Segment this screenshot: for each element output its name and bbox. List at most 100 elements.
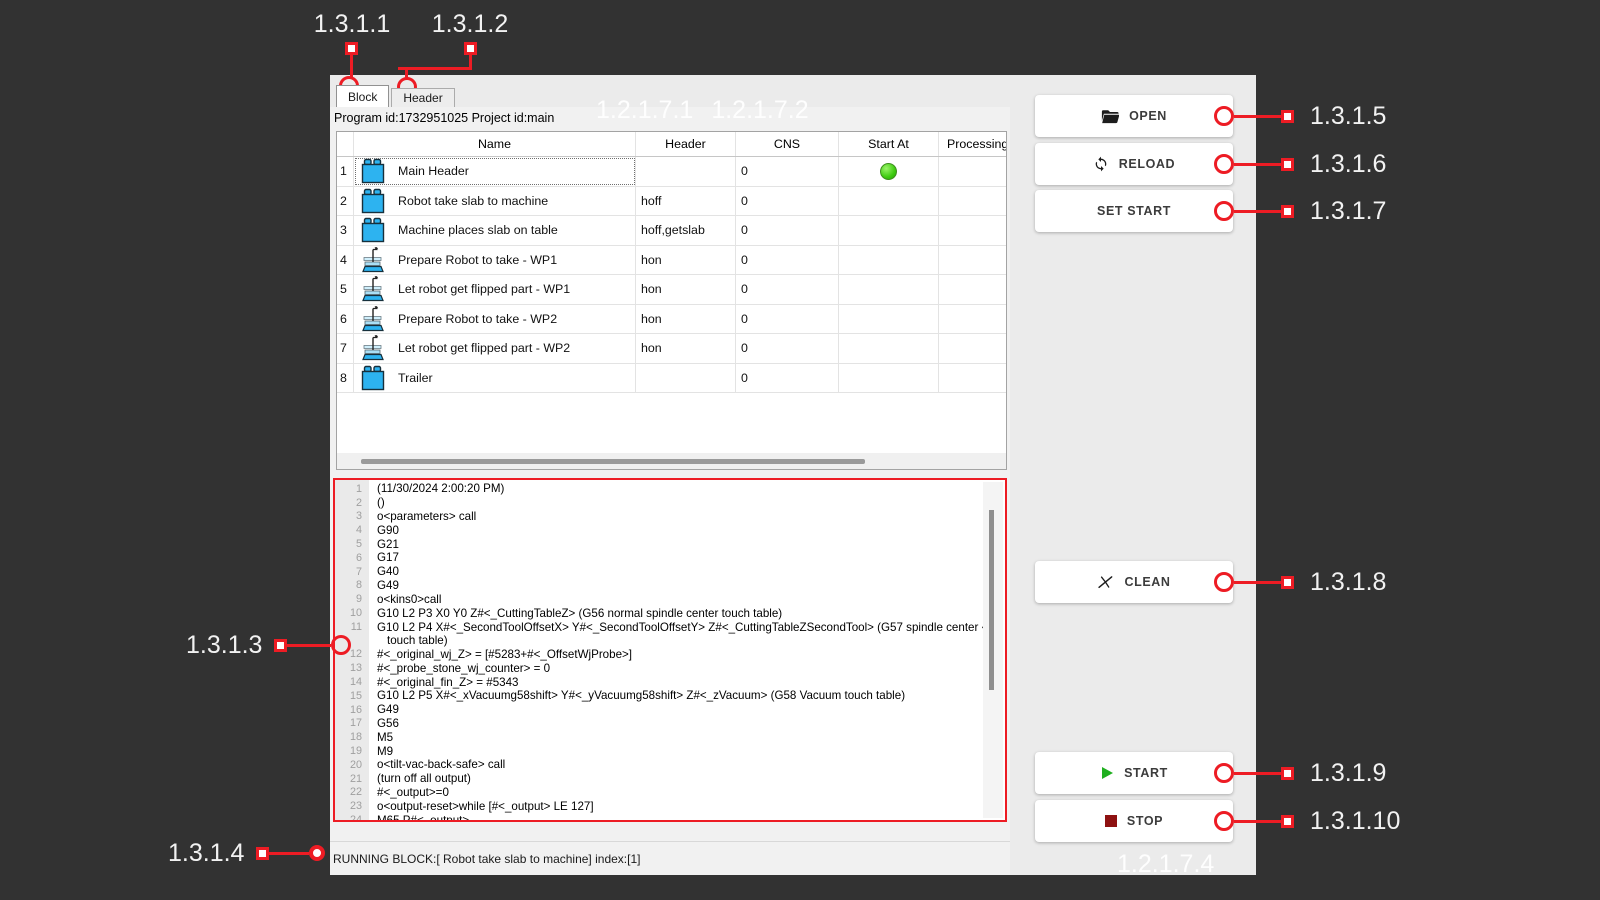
annotation-square-marker [1281,205,1294,218]
header-column-header: Header [636,132,736,156]
block-table[interactable]: NameHeaderCNSStart AtProcessing1Main Hea… [336,131,1007,470]
machine-table-icon [360,276,386,302]
gcode-editor[interactable]: 1(11/30/2024 2:00:20 PM)2()3o<parameters… [333,478,1007,822]
row-number-cell: 4 [337,246,354,275]
annotation-label: 1.3.1.6 [1310,150,1386,179]
stop-button[interactable]: STOP [1035,800,1233,842]
code-text: #<_original_fin_Z> = #5343 [369,676,519,689]
start-at-cell [839,275,939,304]
start-button[interactable]: START [1035,752,1233,794]
set-start-button[interactable]: SET START [1035,190,1233,232]
open-button[interactable]: OPEN [1035,95,1233,137]
code-line: touch table) [335,634,987,648]
table-row[interactable]: 7Let robot get flipped part - WP2hon0 [337,334,1006,364]
row-number-header [337,132,354,156]
annotation-circle-marker [1214,106,1234,126]
clean-button[interactable]: CLEAN [1035,561,1233,603]
annotation-line [350,55,353,78]
name-cell: Let robot get flipped part - WP1 [354,275,636,304]
block-name: Let robot get flipped part - WP1 [398,282,570,296]
code-line: 20o<tilt-vac-back-safe> call [335,758,987,772]
ghost-label: 1.2.1.7.4 [1117,850,1214,879]
header-cell: hon [636,334,736,363]
table-row[interactable]: 2Robot take slab to machinehoff0 [337,187,1006,217]
start-at-cell [839,246,939,275]
open-button-label: OPEN [1129,109,1167,123]
code-line: 13#<_probe_stone_wj_counter> = 0 [335,661,987,675]
header-cell: hoff,getslab [636,216,736,245]
table-row[interactable]: 4Prepare Robot to take - WP1hon0 [337,246,1006,276]
annotation-line [269,852,309,855]
line-number: 17 [335,717,369,729]
cns-cell: 0 [736,157,839,186]
ghost-label: 1.2.1.7.1 [596,96,693,125]
horizontal-scrollbar[interactable] [337,453,1006,469]
line-number: 2 [335,497,369,509]
block-name: Main Header [398,164,469,178]
stop-button-label: STOP [1127,814,1163,828]
machine-table-icon [360,247,386,273]
name-cell: Let robot get flipped part - WP2 [354,334,636,363]
annotation-square-marker [256,847,269,860]
cns-cell: 0 [736,246,839,275]
folder-open-icon [1101,109,1119,124]
annotation-callout: 1.3.1.7 [1214,201,1386,221]
line-number: 24 [335,814,369,822]
annotation-square-marker [464,42,477,55]
line-number: 8 [335,579,369,591]
line-number: 20 [335,759,369,771]
tab-header[interactable]: Header [391,88,454,107]
line-number: 1 [335,483,369,495]
cns-cell: 0 [736,364,839,393]
start-button-label: START [1124,766,1168,780]
processing-cell [939,305,1006,334]
annotation-label: 1.3.1.2 [428,10,512,39]
line-number: 7 [335,566,369,578]
processing-cell [939,187,1006,216]
vertical-scrollbar[interactable] [983,482,1003,818]
annotation-line [1234,163,1281,166]
name-cell: Trailer [354,364,636,393]
reload-button[interactable]: RELOAD [1035,143,1233,185]
line-number: 14 [335,676,369,688]
annotation-circle-marker [1214,201,1234,221]
annotated-screenshot: BlockHeader Program id:1732951025 Projec… [0,0,1600,900]
horizontal-scrollbar-thumb[interactable] [361,459,865,464]
vertical-scrollbar-thumb[interactable] [989,510,994,690]
program-info-label: Program id:1732951025 Project id:main [334,111,554,125]
start-at-cell [839,187,939,216]
line-number: 22 [335,786,369,798]
code-line: 22#<_output>=0 [335,786,987,800]
table-header-row: NameHeaderCNSStart AtProcessing [337,132,1006,157]
header-cell: hoff [636,187,736,216]
table-row[interactable]: 8Trailer0 [337,364,1006,394]
code-line: 11G10 L2 P4 X#<_SecondToolOffsetX> Y#<_S… [335,620,987,634]
line-number: 5 [335,538,369,550]
set-start-button-label: SET START [1097,204,1171,218]
annotation-label: 1.3.1.7 [1310,197,1386,226]
tab-strip: BlockHeader [336,85,455,107]
start-at-column-header: Start At [839,132,939,156]
table-row[interactable]: 6Prepare Robot to take - WP2hon0 [337,305,1006,335]
table-row[interactable]: 3Machine places slab on tablehoff,getsla… [337,216,1006,246]
status-bar: RUNNING BLOCK:[ Robot take slab to machi… [330,841,1010,875]
annotation-line [1234,820,1281,823]
code-text: touch table) [369,634,448,647]
cns-cell: 0 [736,275,839,304]
line-number: 6 [335,552,369,564]
table-row[interactable]: 5Let robot get flipped part - WP1hon0 [337,275,1006,305]
line-number: 15 [335,690,369,702]
start-at-indicator [880,163,897,180]
code-text: G49 [369,703,399,716]
annotation-circle-marker [1214,572,1234,592]
code-line: 12#<_original_wj_Z> = [#5283+#<_OffsetWj… [335,648,987,662]
code-line: 18M5 [335,730,987,744]
cns-column-header: CNS [736,132,839,156]
table-row[interactable]: 1Main Header0 [337,157,1006,187]
block-name: Prepare Robot to take - WP2 [398,312,557,326]
tab-block[interactable]: Block [336,85,389,107]
annotation-label: 1.3.1.9 [1310,759,1386,788]
annotation-square-marker [1281,815,1294,828]
row-number-cell: 3 [337,216,354,245]
name-cell: Main Header [354,157,636,186]
